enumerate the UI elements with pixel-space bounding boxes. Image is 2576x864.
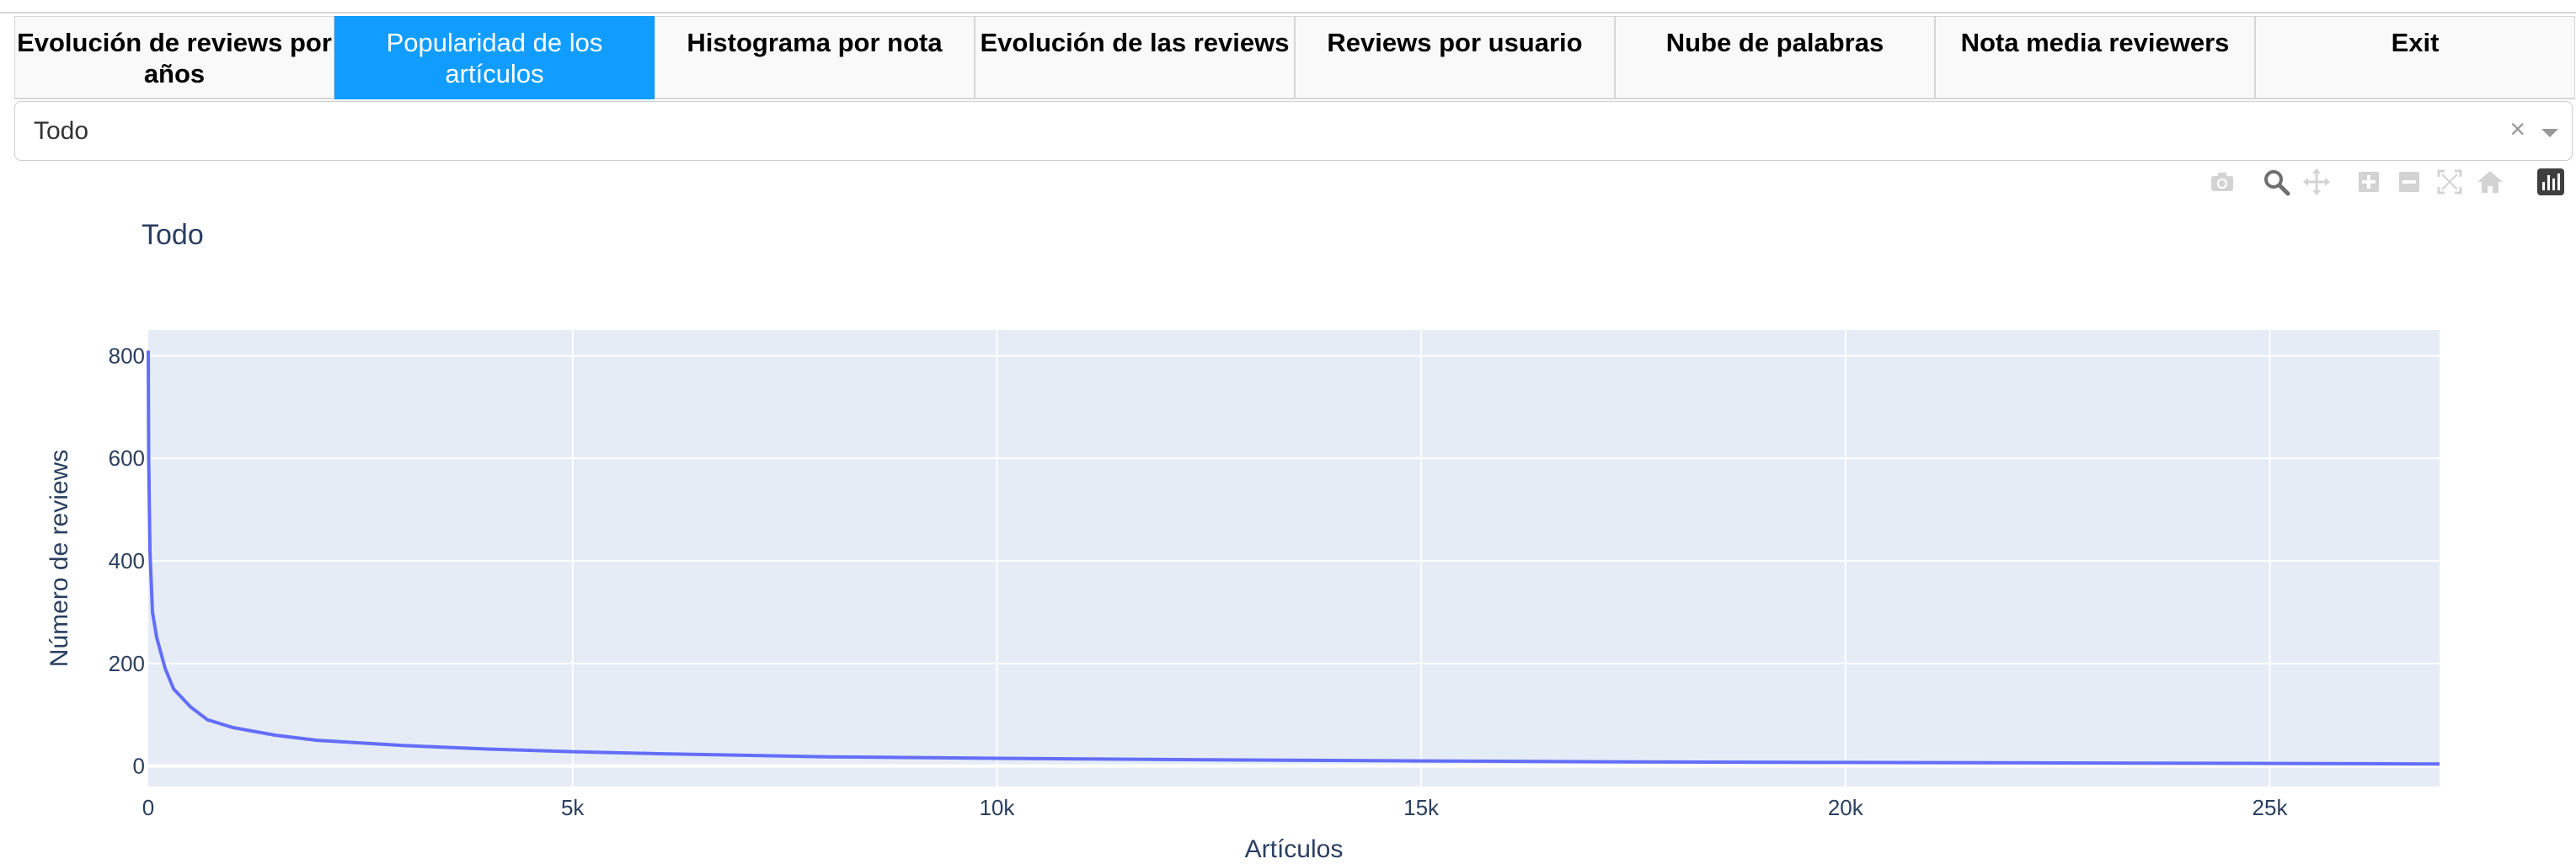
y-tick-label: 600 bbox=[109, 445, 145, 471]
tab-nube-palabras[interactable]: Nube de palabras bbox=[1615, 16, 1935, 99]
x-tick-label: 0 bbox=[142, 795, 154, 820]
top-border bbox=[0, 0, 2576, 13]
camera-icon[interactable] bbox=[2207, 167, 2237, 197]
tab-popularidad-articulos[interactable]: Popularidad de los artículos bbox=[334, 16, 655, 99]
x-tick-label: 15k bbox=[1403, 795, 1440, 820]
x-tick-labels: 0 5k 10k 15k 20k 25k bbox=[142, 795, 2289, 820]
chart-title: Todo bbox=[142, 219, 204, 251]
plot-modebar bbox=[2207, 167, 2569, 199]
y-tick-label: 200 bbox=[109, 651, 145, 676]
zoom-out-icon[interactable] bbox=[2394, 167, 2424, 197]
dropdown-value: Todo bbox=[34, 117, 89, 145]
tab-nota-media-reviewers[interactable]: Nota media reviewers bbox=[1935, 16, 2255, 99]
y-tick-labels: 0 200 400 600 800 bbox=[109, 343, 145, 778]
x-tick-label: 20k bbox=[1828, 795, 1864, 820]
pan-icon[interactable] bbox=[2301, 167, 2332, 197]
reset-axes-icon[interactable] bbox=[2475, 167, 2505, 197]
x-axis-title: Artículos bbox=[1245, 835, 1344, 863]
x-tick-label: 5k bbox=[561, 795, 585, 820]
y-tick-label: 400 bbox=[109, 548, 145, 573]
plot-background bbox=[148, 330, 2440, 787]
x-tick-label: 10k bbox=[979, 795, 1015, 820]
y-tick-label: 800 bbox=[109, 343, 145, 368]
tab-reviews-usuario[interactable]: Reviews por usuario bbox=[1295, 16, 1615, 99]
chart-area: Todo 0 5k 10k 15k 20k 25k 0 200 400 600 800 Artíc… bbox=[45, 219, 2440, 863]
zoom-icon[interactable] bbox=[2261, 167, 2291, 197]
tab-evolucion-reviews[interactable]: Evolución de las reviews bbox=[975, 16, 1295, 99]
chevron-down-icon[interactable] bbox=[2541, 129, 2558, 137]
y-axis-title: Número de reviews bbox=[45, 450, 73, 667]
tab-exit[interactable]: Exit bbox=[2255, 16, 2575, 99]
clear-icon[interactable]: × bbox=[2509, 114, 2525, 145]
plotly-logo-icon[interactable] bbox=[2536, 167, 2566, 197]
tab-histograma-nota[interactable]: Histograma por nota bbox=[655, 16, 975, 99]
zoom-in-icon[interactable] bbox=[2354, 167, 2384, 197]
autoscale-icon[interactable] bbox=[2434, 167, 2465, 197]
tab-evolucion-reviews-anos[interactable]: Evolución de reviews por años bbox=[14, 16, 334, 99]
tab-bar: Evolución de reviews por años Popularida… bbox=[14, 16, 2575, 99]
y-tick-label: 0 bbox=[133, 754, 145, 779]
x-tick-label: 25k bbox=[2253, 795, 2289, 820]
filter-dropdown[interactable]: Todo × bbox=[14, 101, 2573, 161]
